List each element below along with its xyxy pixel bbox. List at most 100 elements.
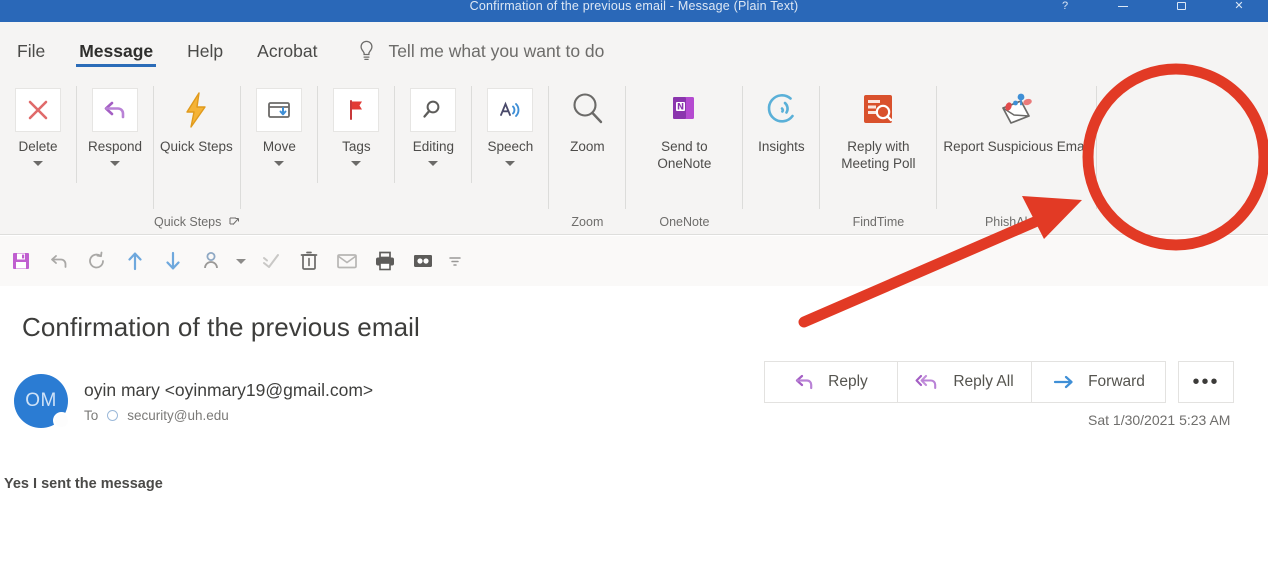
reply-all-button-label: Reply All bbox=[953, 373, 1014, 390]
chevron-down-icon[interactable] bbox=[110, 160, 120, 166]
ribbon-group-insights: Insights bbox=[743, 80, 819, 235]
ribbon-button-move-label: Move bbox=[262, 139, 296, 154]
magnifier-icon bbox=[410, 88, 457, 132]
ribbon-group-label-quick-steps: Quick Steps bbox=[154, 209, 240, 235]
message-subject: Confirmation of the previous email bbox=[22, 312, 420, 342]
qat-address-book-button[interactable] bbox=[406, 244, 440, 278]
qat-next-item-button[interactable] bbox=[156, 244, 190, 278]
reply-arrow-icon bbox=[796, 374, 813, 390]
ribbon-button-tags[interactable]: Tags bbox=[318, 80, 394, 166]
ribbon-group-label-findtime: FindTime bbox=[820, 209, 936, 235]
qat-mark-unread-button[interactable] bbox=[254, 244, 288, 278]
ribbon-button-speech[interactable]: Speech bbox=[472, 80, 548, 166]
zoom-magnifier-icon bbox=[564, 88, 610, 132]
reply-all-button[interactable]: Reply All bbox=[898, 361, 1032, 403]
chevron-down-icon[interactable] bbox=[33, 160, 43, 166]
qat-save-button[interactable] bbox=[4, 244, 38, 278]
ribbon-group-phishalarm: Report Suspicious Email PhishAlarm bbox=[937, 80, 1096, 235]
minimize-button[interactable] bbox=[1094, 0, 1152, 22]
chevron-down-icon[interactable] bbox=[274, 160, 285, 166]
red-flag-icon bbox=[333, 88, 380, 132]
qat-print-button[interactable] bbox=[368, 244, 402, 278]
ribbon-button-insights-label: Insights bbox=[758, 139, 805, 154]
group-label-text: Quick Steps bbox=[154, 215, 222, 229]
redo-icon bbox=[89, 251, 104, 269]
previous-item-up-icon bbox=[128, 252, 142, 271]
group-label-text: FindTime bbox=[852, 215, 905, 229]
forward-button[interactable]: Forward bbox=[1032, 361, 1166, 403]
save-icon bbox=[13, 253, 29, 269]
tab-acrobat[interactable]: Acrobat bbox=[240, 22, 334, 80]
chevron-down-icon[interactable] bbox=[428, 160, 439, 166]
ribbon-button-report-suspicious-email[interactable]: Report Suspicious Email bbox=[937, 80, 1096, 156]
ribbon-button-zoom-label: Zoom bbox=[570, 139, 605, 154]
ribbon-button-delete-label: Delete bbox=[18, 139, 58, 154]
lightning-bolt-icon bbox=[173, 88, 219, 132]
to-recipient[interactable]: security@uh.edu bbox=[127, 408, 229, 423]
group-label-text: Zoom bbox=[571, 215, 604, 229]
qat-envelope-button[interactable] bbox=[330, 244, 364, 278]
reply-button-label: Reply bbox=[828, 373, 868, 390]
customize-qat-caret-icon bbox=[449, 257, 461, 266]
qat-contact-button[interactable] bbox=[194, 244, 228, 278]
help-button[interactable]: ? bbox=[1036, 0, 1094, 22]
qat-dropdown-button[interactable] bbox=[232, 244, 250, 278]
avatar-initials: OM bbox=[25, 390, 57, 411]
svg-text:N: N bbox=[677, 103, 684, 113]
tab-file[interactable]: File bbox=[0, 22, 62, 80]
ribbon-button-respond-label: Respond bbox=[87, 139, 143, 154]
move-folder-icon bbox=[256, 88, 303, 132]
tell-me-search-box[interactable]: Tell me what you want to do bbox=[358, 40, 604, 62]
ribbon-group-findtime: Reply with Meeting Poll FindTime bbox=[820, 80, 936, 235]
mark-unread-icon bbox=[263, 254, 279, 268]
ribbon-group-label-blank bbox=[0, 209, 153, 235]
tab-message[interactable]: Message bbox=[62, 22, 170, 80]
ribbon-button-respond[interactable]: Respond bbox=[77, 80, 153, 166]
message-timestamp: Sat 1/30/2021 5:23 AM bbox=[1088, 412, 1231, 428]
restore-button[interactable] bbox=[1152, 0, 1210, 22]
contact-person-icon bbox=[204, 252, 218, 269]
more-actions-button[interactable]: ••• bbox=[1178, 361, 1234, 403]
to-label: To bbox=[84, 408, 99, 423]
ribbon-button-delete[interactable]: Delete bbox=[0, 80, 76, 166]
ribbon-group-onenote: N Send to OneNote OneNote bbox=[626, 80, 742, 235]
sender-name-and-address[interactable]: oyin mary <oyinmary19@gmail.com> bbox=[84, 380, 373, 401]
window-title: Confirmation of the previous email - Mes… bbox=[469, 0, 799, 13]
message-body: Yes I sent the message bbox=[4, 476, 163, 492]
tab-help[interactable]: Help bbox=[170, 22, 240, 80]
print-icon bbox=[376, 251, 394, 271]
quick-access-toolbar bbox=[0, 236, 1268, 286]
ribbon-button-reply-with-meeting-poll-label: Reply with Meeting Poll bbox=[841, 139, 916, 171]
window-controls: ? ✕ bbox=[1036, 0, 1268, 22]
ribbon-button-insights[interactable]: Insights bbox=[743, 80, 819, 156]
ribbon-button-editing[interactable]: Editing bbox=[395, 80, 471, 166]
avatar[interactable]: OM bbox=[14, 374, 70, 429]
qat-redo-button[interactable] bbox=[80, 244, 114, 278]
ribbon-button-reply-with-meeting-poll[interactable]: Reply with Meeting Poll bbox=[820, 80, 936, 173]
qat-customize-button[interactable] bbox=[444, 244, 466, 278]
ribbon-button-editing-label: Editing bbox=[412, 139, 455, 154]
qat-previous-item-button[interactable] bbox=[118, 244, 152, 278]
reading-pane: Confirmation of the previous email OM oy… bbox=[0, 286, 1268, 562]
forward-arrow-icon bbox=[1053, 375, 1073, 389]
close-button[interactable]: ✕ bbox=[1210, 0, 1268, 22]
qat-delete-button[interactable] bbox=[292, 244, 326, 278]
reply-button[interactable]: Reply bbox=[764, 361, 898, 403]
ribbon-button-send-to-onenote-label: Send to OneNote bbox=[657, 139, 712, 171]
ribbon-group-label-phishalarm: PhishAlarm bbox=[937, 209, 1096, 235]
chevron-down-icon[interactable] bbox=[505, 160, 516, 166]
dialog-launcher-icon[interactable] bbox=[229, 217, 240, 228]
ribbon-tab-strip: File Message Help Acrobat Tell me what y… bbox=[0, 22, 1268, 80]
chevron-down-icon[interactable] bbox=[351, 160, 362, 166]
group-label-text: OneNote bbox=[659, 215, 710, 229]
read-aloud-icon bbox=[487, 88, 534, 132]
active-tab-underline bbox=[76, 63, 157, 67]
ribbon-group-label-blank-2 bbox=[241, 209, 548, 235]
ribbon-button-zoom[interactable]: Zoom bbox=[549, 80, 625, 156]
qat-undo-button[interactable] bbox=[42, 244, 76, 278]
ribbon-button-quick-steps[interactable]: Quick Steps bbox=[154, 80, 239, 156]
ribbon-button-move[interactable]: Move bbox=[241, 80, 317, 166]
ribbon-button-send-to-onenote[interactable]: N Send to OneNote bbox=[626, 80, 742, 173]
onenote-icon: N bbox=[661, 88, 707, 132]
group-label-text: PhishAlarm bbox=[984, 215, 1049, 229]
